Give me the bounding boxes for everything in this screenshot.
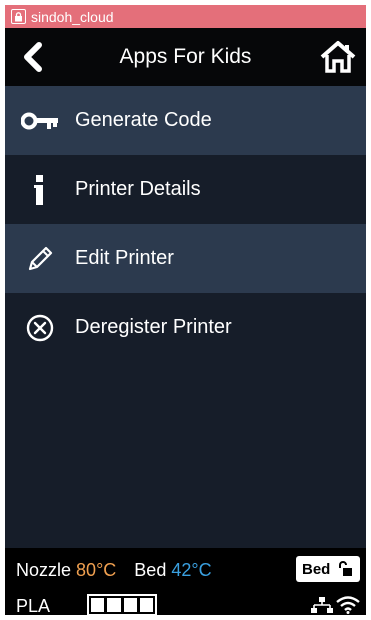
status-bar: Nozzle 80°C Bed 42°C Bed PLA — [5, 548, 366, 615]
header: Apps For Kids — [5, 28, 366, 86]
menu-item-label: Deregister Printer — [75, 316, 232, 338]
menu-list: Generate Code Printer Details Edit Print… — [5, 86, 366, 362]
wifi-icon — [336, 596, 360, 614]
account-name: sindoh_cloud — [31, 8, 114, 25]
material-label: PLA — [16, 596, 51, 615]
bed-temp: 42°C — [171, 560, 212, 580]
filament-level-icon — [87, 594, 157, 615]
pencil-icon — [5, 245, 75, 273]
menu-item-deregister-printer[interactable]: Deregister Printer — [5, 293, 366, 362]
home-icon[interactable] — [320, 40, 356, 74]
ethernet-icon — [311, 597, 333, 613]
menu-item-label: Edit Printer — [75, 247, 174, 269]
key-icon — [5, 112, 75, 130]
circle-x-icon — [5, 314, 75, 342]
cloud-lock-icon — [11, 9, 26, 24]
nozzle-temp: 80°C — [76, 560, 117, 580]
printer-screen: sindoh_cloud Apps For Kids Generate Code — [5, 5, 366, 615]
bed-lock-button[interactable]: Bed — [296, 556, 360, 582]
back-icon[interactable] — [19, 42, 49, 72]
nozzle-label: Nozzle — [16, 560, 72, 580]
menu-item-edit-printer[interactable]: Edit Printer — [5, 224, 366, 293]
menu-item-label: Printer Details — [75, 178, 201, 200]
menu-item-label: Generate Code — [75, 109, 212, 131]
info-icon — [5, 174, 75, 205]
unlock-icon — [339, 561, 353, 576]
network-status — [310, 596, 360, 614]
account-bar: sindoh_cloud — [5, 5, 366, 28]
bed-button-label: Bed — [302, 560, 331, 578]
temperature-readout: Nozzle 80°C Bed 42°C — [16, 560, 212, 581]
page-title: Apps For Kids — [119, 45, 252, 68]
bed-label: Bed — [134, 560, 167, 580]
menu-item-printer-details[interactable]: Printer Details — [5, 155, 366, 224]
menu-item-generate-code[interactable]: Generate Code — [5, 86, 366, 155]
